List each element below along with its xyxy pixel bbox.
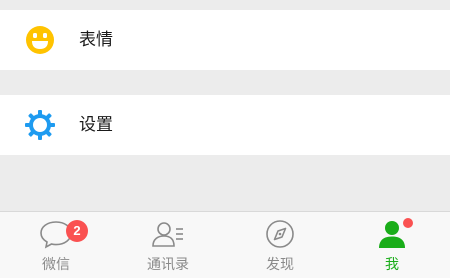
menu-item-settings[interactable]: 设置 [0, 95, 450, 155]
tab-label: 我 [385, 257, 399, 273]
menu-item-label: 表情 [79, 30, 113, 50]
tab-me[interactable]: 我 [336, 212, 448, 278]
tab-label: 发现 [266, 257, 294, 273]
smiley-icon [26, 26, 54, 54]
menu-item-label: 设置 [79, 115, 113, 135]
notification-dot [403, 218, 413, 228]
menu-item-emoji[interactable]: 表情 [0, 10, 450, 70]
tab-contacts[interactable]: 通讯录 [112, 212, 224, 278]
unread-badge: 2 [66, 220, 88, 242]
tab-chats[interactable]: 2 微信 [0, 212, 112, 278]
contacts-icon [152, 222, 183, 247]
tab-label: 通讯录 [147, 257, 189, 273]
tab-discover[interactable]: 发现 [224, 212, 336, 278]
tab-label: 微信 [42, 257, 70, 273]
compass-icon [266, 220, 294, 248]
bottom-tab-bar: 2 微信 通讯录 发现 我 [0, 211, 450, 278]
gear-icon [25, 110, 55, 140]
